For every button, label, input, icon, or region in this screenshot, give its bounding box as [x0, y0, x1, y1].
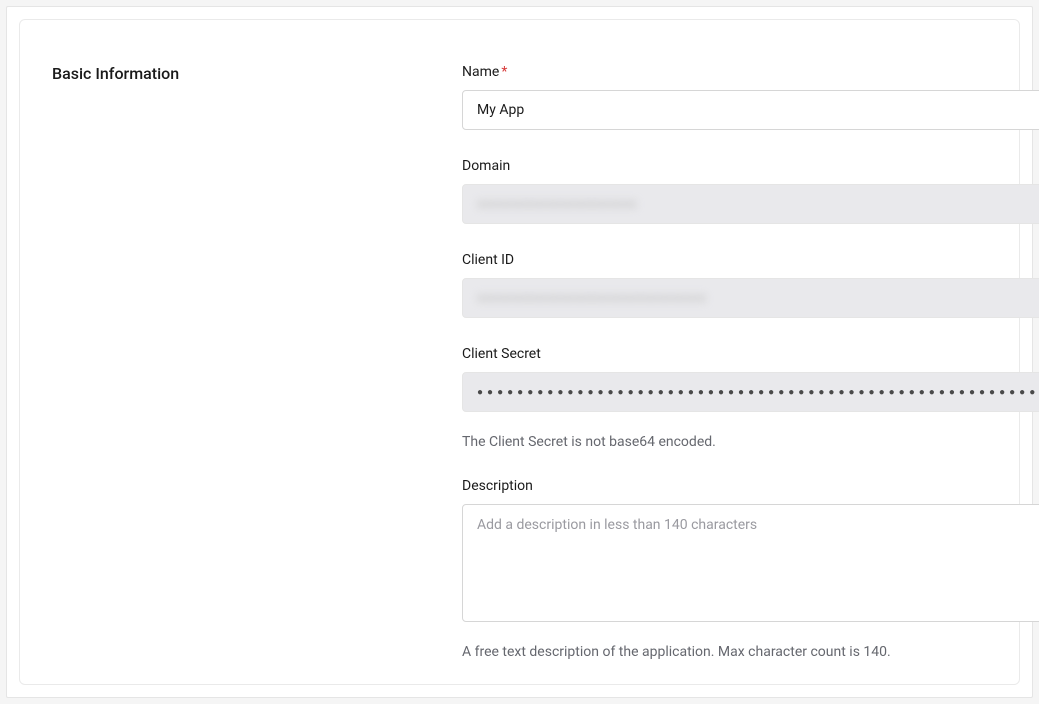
field-domain: Domain xxxxxxxxxxxxxxxxxxxxxxx [462, 158, 1039, 224]
client-secret-helper: The Client Secret is not base64 encoded. [462, 434, 1039, 450]
field-client-id: Client ID xxxxxxxxxxxxxxxxxxxxxxxxxxxxxx… [462, 252, 1039, 318]
domain-value-obscured: xxxxxxxxxxxxxxxxxxxxxxx [477, 196, 637, 212]
required-indicator: * [501, 64, 507, 80]
description-helper: A free text description of the applicati… [462, 644, 1039, 660]
section-title: Basic Information [52, 64, 422, 83]
client-id-label: Client ID [462, 252, 1039, 268]
description-label: Description [462, 478, 1039, 494]
client-secret-label: Client Secret [462, 346, 1039, 362]
form-column: Name* Domain xxxxxxxxxxxxxxxxxxxxxx [462, 64, 1039, 660]
name-label-text: Name [462, 64, 499, 80]
domain-readonly: xxxxxxxxxxxxxxxxxxxxxxx [462, 184, 1039, 224]
client-id-readonly: xxxxxxxxxxxxxxxxxxxxxxxxxxxxxxxxx [462, 278, 1039, 318]
domain-label: Domain [462, 158, 1039, 174]
page-frame: Basic Information Name* [6, 6, 1033, 698]
name-input-wrap [462, 90, 1039, 130]
field-name: Name* [462, 64, 1039, 130]
description-textarea[interactable] [462, 504, 1039, 622]
field-client-secret: Client Secret ●●●●●●●●●●●●●●●●●●●●●●●●●●… [462, 346, 1039, 450]
name-input[interactable] [462, 90, 1039, 130]
client-id-value-obscured: xxxxxxxxxxxxxxxxxxxxxxxxxxxxxxxxx [477, 290, 706, 306]
field-description: Description A free text description of t… [462, 478, 1039, 660]
section-header-column: Basic Information [52, 64, 422, 660]
client-secret-readonly: ●●●●●●●●●●●●●●●●●●●●●●●●●●●●●●●●●●●●●●●●… [462, 372, 1039, 412]
basic-information-card: Basic Information Name* [19, 19, 1020, 685]
client-secret-value-masked: ●●●●●●●●●●●●●●●●●●●●●●●●●●●●●●●●●●●●●●●●… [477, 387, 1039, 398]
name-label: Name* [462, 64, 1039, 80]
